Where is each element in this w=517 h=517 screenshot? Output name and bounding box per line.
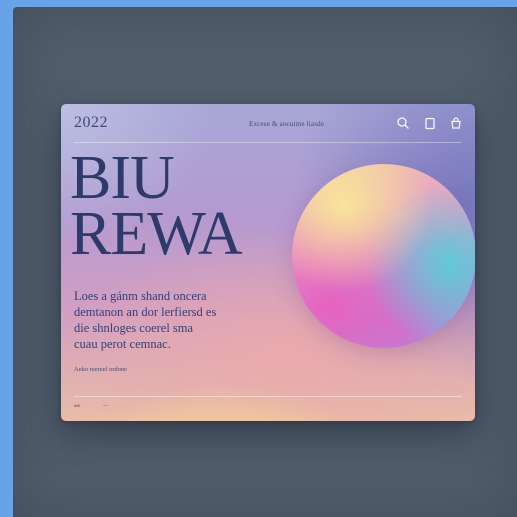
header-tagline-link[interactable]: Excese & aocuime liasde [249, 120, 324, 128]
year-label: 2022 [74, 114, 108, 131]
search-icon[interactable] [396, 116, 410, 130]
card-header: 2022 Excese & aocuime liasde [61, 104, 475, 142]
body-line-4: cuau perot cemnac. [74, 337, 171, 351]
headline-line-2: REWA [70, 200, 243, 268]
gradient-orb [292, 164, 475, 348]
footer-dash: — [103, 404, 108, 409]
bag-icon[interactable] [449, 116, 463, 130]
headline: BIU REWA [70, 144, 243, 268]
body-copy: Loes a gánm shand oncera demtanon an dor… [74, 288, 274, 352]
body-line-2: demtanon an dor lerfiersd es [74, 305, 217, 319]
body-line-1: Loes a gánm shand oncera [74, 289, 207, 303]
footer-divider [74, 396, 462, 397]
footer-label: ase [74, 404, 81, 409]
hero-card: 2022 Excese & aocuime liasde BIU REWA Lo… [61, 104, 475, 421]
body-line-3: die shnloges coerel sma [74, 321, 194, 335]
header-divider [74, 142, 462, 143]
clipboard-icon[interactable] [423, 116, 437, 130]
caption-link[interactable]: Aeko reereel ordone [74, 366, 127, 373]
headline-line-1: BIU [70, 144, 175, 212]
